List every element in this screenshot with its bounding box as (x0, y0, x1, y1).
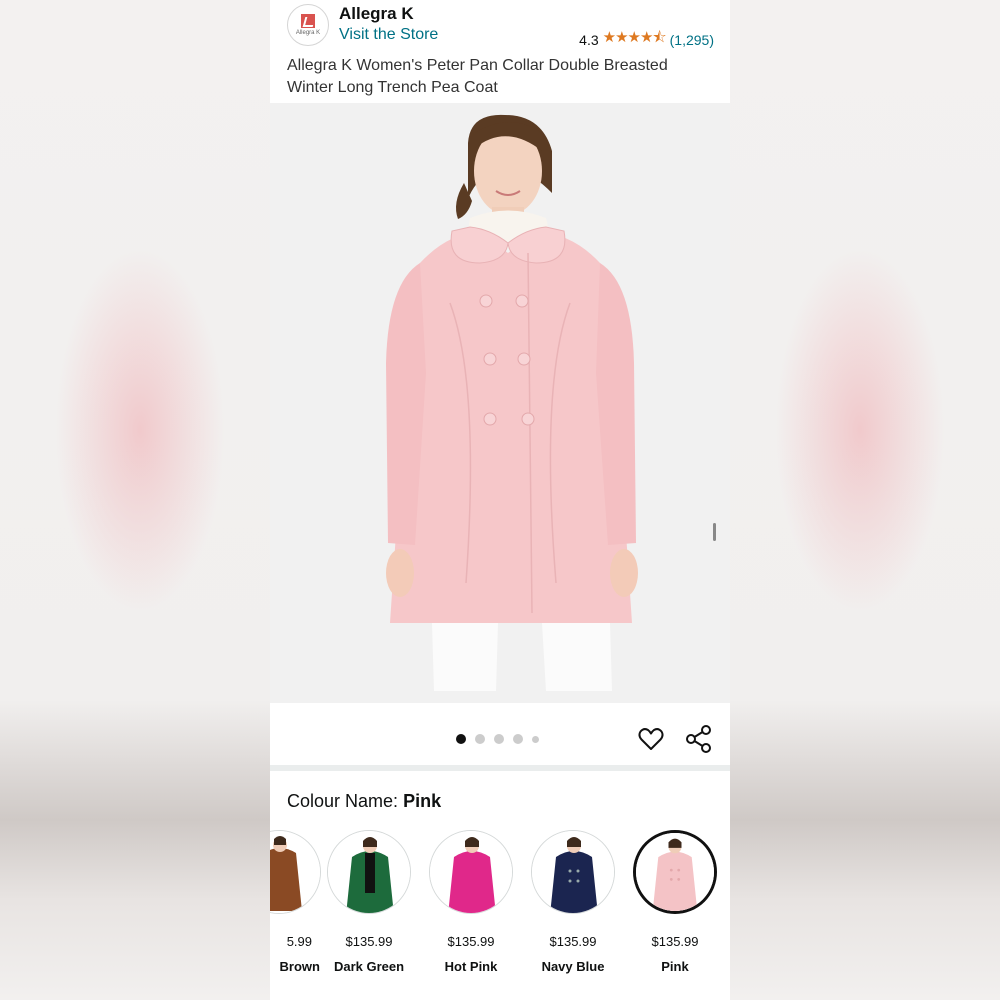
carousel-dots[interactable] (456, 734, 539, 744)
image-controls (270, 703, 730, 765)
selected-colour-name: Pink (403, 791, 442, 811)
carousel-dot[interactable] (494, 734, 504, 744)
brand-logo[interactable]: Allegra K (287, 4, 329, 46)
share-icon[interactable] (684, 724, 714, 754)
carousel-dot[interactable] (513, 734, 523, 744)
swatch-image (531, 830, 615, 914)
colour-swatch-hot-pink[interactable]: $135.99 Hot Pink (426, 830, 516, 974)
colour-swatch-navy-blue[interactable]: $135.99 Navy Blue (528, 830, 618, 974)
carousel-dot[interactable] (475, 734, 485, 744)
swatch-price: 5.99 (286, 934, 312, 949)
colour-swatch-brown[interactable]: 5.99 Brown (270, 830, 324, 974)
product-image[interactable] (270, 103, 730, 703)
image-scroll-indicator (713, 523, 716, 541)
section-divider (270, 765, 730, 771)
swatch-image (633, 830, 717, 914)
colour-swatch-dark-green[interactable]: $135.99 Dark Green (324, 830, 414, 974)
colour-label-prefix: Colour Name: (287, 791, 399, 811)
swatch-price: $135.99 (651, 934, 699, 949)
swatch-price: $135.99 (549, 934, 597, 949)
brand-logo-text: Allegra K (295, 30, 321, 36)
product-page: Allegra K Allegra K Visit the Store 4.3 … (270, 0, 730, 1000)
swatch-image (429, 830, 513, 914)
rating-value: 4.3 (579, 31, 599, 48)
wishlist-heart-icon[interactable] (637, 725, 665, 753)
rating-summary[interactable]: 4.3 ★★★★⯪ (1,295) (579, 27, 714, 52)
product-title: Allegra K Women's Peter Pan Collar Doubl… (287, 57, 668, 96)
swatch-price: $135.99 (345, 934, 393, 949)
swatch-name: Navy Blue (541, 959, 605, 974)
star-rating-icon: ★★★★⯪ (602, 29, 667, 46)
colour-name-label: Colour Name: Pink (287, 791, 441, 812)
carousel-dot[interactable] (532, 735, 539, 743)
swatch-name: Dark Green (333, 959, 405, 974)
brand-logo-mark (301, 14, 315, 28)
swatch-image (270, 830, 321, 914)
swatch-price: $135.99 (447, 934, 495, 949)
carousel-dot[interactable] (456, 734, 466, 744)
swatch-name: Hot Pink (444, 959, 498, 974)
brand-name[interactable]: Allegra K (339, 4, 414, 24)
brand-header: Allegra K Allegra K Visit the Store 4.3 … (270, 0, 730, 50)
swatch-image (327, 830, 411, 914)
visit-store-link[interactable]: Visit the Store (339, 26, 438, 44)
colour-swatch-pink[interactable]: $135.99 Pink (630, 830, 720, 974)
swatch-name: Brown (279, 959, 320, 974)
swatch-name: Pink (661, 959, 689, 974)
coat-photo (270, 103, 730, 703)
colour-swatches: 5.99 Brown $135.99 Dark Green $135.99 Ho… (270, 830, 730, 990)
rating-count-link[interactable]: (1,295) (670, 32, 714, 48)
